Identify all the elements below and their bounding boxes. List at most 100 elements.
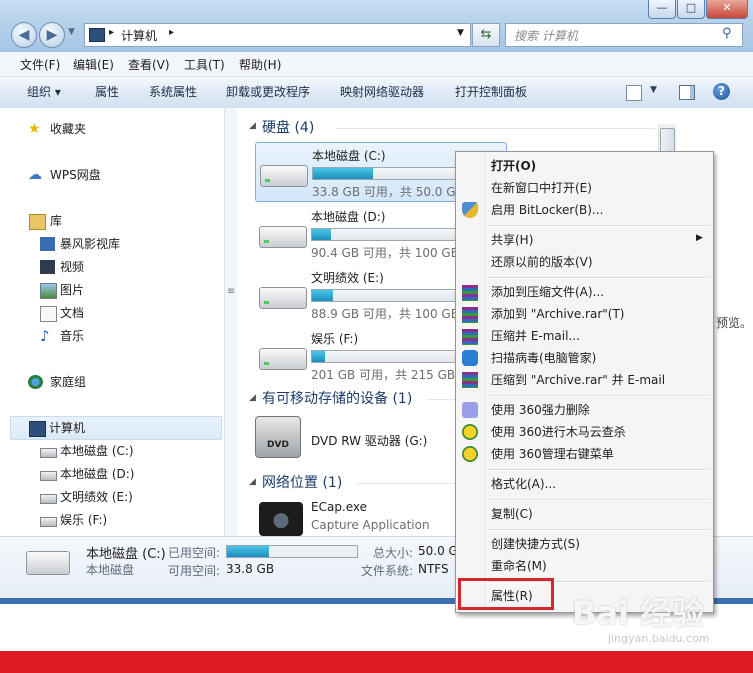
menu-separator xyxy=(488,499,709,501)
search-input[interactable]: 搜索 计算机 ⚲ xyxy=(505,23,743,47)
menu-tools[interactable]: 工具(T) xyxy=(184,52,225,76)
menu-open[interactable]: 打开(O) xyxy=(491,155,536,177)
winrar-icon xyxy=(462,307,478,323)
refresh-button[interactable]: ⇆ xyxy=(472,23,500,47)
uninstall-program-button[interactable]: 卸载或更改程序 xyxy=(226,77,310,108)
system-properties-button[interactable]: 系统属性 xyxy=(149,77,197,108)
navigation-pane: ★ 收藏夹 ☁ WPS网盘 库 暴风影视库 视频 图片 文档 ♪ 音乐 家庭组 … xyxy=(0,108,224,536)
baidu-watermark-logo: Bai 经验 xyxy=(572,594,705,632)
menu-share[interactable]: 共享(H) xyxy=(491,229,533,251)
nav-homegroup[interactable]: 家庭组 xyxy=(0,371,224,393)
menu-format[interactable]: 格式化(A)... xyxy=(491,473,556,495)
nav-library[interactable]: 库 xyxy=(0,210,224,232)
breadcrumb-computer[interactable]: 计算机 xyxy=(121,27,157,44)
dvd-drive-icon: DVD xyxy=(255,416,301,458)
hard-drive-icon xyxy=(259,287,307,309)
winrar-icon xyxy=(462,372,478,388)
hard-drive-icon xyxy=(40,471,57,481)
splitter-grip-icon: ≡ xyxy=(227,286,236,297)
drive-usage-fill xyxy=(312,229,331,240)
360-icon xyxy=(462,446,478,462)
dvd-drive-item[interactable]: DVD DVD RW 驱动器 (G:) xyxy=(255,412,485,462)
hard-drive-icon xyxy=(259,226,307,248)
menu-separator xyxy=(488,469,709,471)
drive-usage-fill xyxy=(313,168,374,179)
nav-wps-drive[interactable]: ☁ WPS网盘 xyxy=(0,164,224,186)
menu-360-force-delete[interactable]: 使用 360强力删除 xyxy=(491,399,590,421)
menu-file[interactable]: 文件(F) xyxy=(20,52,60,76)
help-icon[interactable]: ? xyxy=(713,83,730,100)
search-placeholder: 搜索 计算机 xyxy=(514,29,578,43)
group-hard-drives[interactable]: 硬盘 (4) xyxy=(262,118,314,138)
shield-icon xyxy=(462,202,478,218)
organize-button[interactable]: 组织 ▾ xyxy=(27,77,61,108)
command-bar: 组织 ▾ 属性 系统属性 卸载或更改程序 映射网络驱动器 打开控制面板 ▼ ? xyxy=(0,77,753,109)
nav-library-pictures[interactable]: 图片 xyxy=(0,279,224,301)
nav-drive-e[interactable]: 文明绩效 (E:) xyxy=(0,486,224,508)
nav-computer[interactable]: 计算机 xyxy=(10,416,222,440)
group-collapse-icon[interactable]: ◢ xyxy=(249,393,256,403)
menu-separator xyxy=(488,529,709,531)
address-bar[interactable]: ▸ 计算机 ▸ ▼ xyxy=(84,23,471,47)
back-button[interactable]: ◀ xyxy=(11,22,37,48)
nav-library-videos[interactable]: 视频 xyxy=(0,256,224,278)
menu-add-to-archive[interactable]: 添加到压缩文件(A)... xyxy=(491,281,604,303)
maximize-button[interactable]: □ xyxy=(677,0,705,19)
menu-compress-email[interactable]: 压缩并 E-mail... xyxy=(491,325,580,347)
menu-rename[interactable]: 重命名(M) xyxy=(491,555,547,577)
group-collapse-icon[interactable]: ◢ xyxy=(249,121,256,131)
map-network-drive-button[interactable]: 映射网络驱动器 xyxy=(340,77,424,108)
menu-view[interactable]: 查看(V) xyxy=(128,52,170,76)
menu-separator xyxy=(488,277,709,279)
winrar-icon xyxy=(462,329,478,345)
group-removable-storage[interactable]: 有可移动存储的设备 (1) xyxy=(262,389,412,409)
windows-drive-icon xyxy=(40,448,57,458)
menu-360-manage-menu[interactable]: 使用 360管理右键菜单 xyxy=(491,443,614,465)
view-options-icon[interactable] xyxy=(626,85,642,101)
properties-button[interactable]: 属性 xyxy=(95,77,119,108)
nav-library-baofeng[interactable]: 暴风影视库 xyxy=(0,233,224,255)
group-divider xyxy=(335,128,655,129)
nav-library-documents[interactable]: 文档 xyxy=(0,302,224,324)
nav-drive-f[interactable]: 娱乐 (F:) xyxy=(0,509,224,531)
recent-pages-dropdown[interactable]: ▼ xyxy=(68,27,75,37)
open-control-panel-button[interactable]: 打开控制面板 xyxy=(455,77,527,108)
menu-scan-virus[interactable]: 扫描病毒(电脑管家) xyxy=(491,347,596,369)
picture-icon xyxy=(40,283,57,299)
menu-restore-versions[interactable]: 还原以前的版本(V) xyxy=(491,251,593,273)
hard-drive-icon xyxy=(259,348,307,370)
nav-library-music[interactable]: ♪ 音乐 xyxy=(0,325,224,347)
details-usage-bar xyxy=(226,545,358,558)
search-icon[interactable]: ⚲ xyxy=(722,26,732,41)
preview-pane-icon[interactable] xyxy=(679,85,695,100)
video-library-icon xyxy=(40,237,55,251)
network-item-ecap[interactable]: ECap.exe Capture Application xyxy=(255,496,485,536)
menu-copy[interactable]: 复制(C) xyxy=(491,503,533,525)
menu-edit[interactable]: 编辑(E) xyxy=(73,52,114,76)
nav-favorites[interactable]: ★ 收藏夹 xyxy=(0,118,224,140)
group-network-locations[interactable]: 网络位置 (1) xyxy=(262,473,342,493)
menu-bitlocker[interactable]: 启用 BitLocker(B)... xyxy=(491,199,603,221)
properties-highlight-box xyxy=(458,578,554,610)
bottom-red-bar xyxy=(0,651,753,673)
menu-create-shortcut[interactable]: 创建快捷方式(S) xyxy=(491,533,580,555)
nav-drive-d[interactable]: 本地磁盘 (D:) xyxy=(0,463,224,485)
menu-compress-rar-email[interactable]: 压缩到 "Archive.rar" 并 E-mail xyxy=(491,369,665,391)
drive-usage-fill xyxy=(312,290,333,301)
menu-help[interactable]: 帮助(H) xyxy=(239,52,281,76)
address-dropdown-icon[interactable]: ▼ xyxy=(457,28,464,38)
group-collapse-icon[interactable]: ◢ xyxy=(249,477,256,487)
breadcrumb-chevron-icon[interactable]: ▸ xyxy=(169,27,174,38)
minimize-button[interactable]: — xyxy=(648,0,676,19)
forward-button[interactable]: ▶ xyxy=(39,22,65,48)
menu-360-trojan-scan[interactable]: 使用 360进行木马云查杀 xyxy=(491,421,626,443)
menu-add-to-archive-rar[interactable]: 添加到 "Archive.rar"(T) xyxy=(491,303,624,325)
pane-splitter[interactable]: ≡ xyxy=(224,108,238,536)
preview-pane-text: 预览。 xyxy=(716,316,753,330)
view-dropdown-icon[interactable]: ▼ xyxy=(650,85,657,95)
menu-open-new-window[interactable]: 在新窗口中打开(E) xyxy=(491,177,592,199)
close-button[interactable]: ✕ xyxy=(706,0,748,19)
windows-drive-icon xyxy=(260,165,308,187)
breadcrumb-chevron-icon[interactable]: ▸ xyxy=(109,27,114,38)
nav-drive-c[interactable]: 本地磁盘 (C:) xyxy=(0,440,224,462)
